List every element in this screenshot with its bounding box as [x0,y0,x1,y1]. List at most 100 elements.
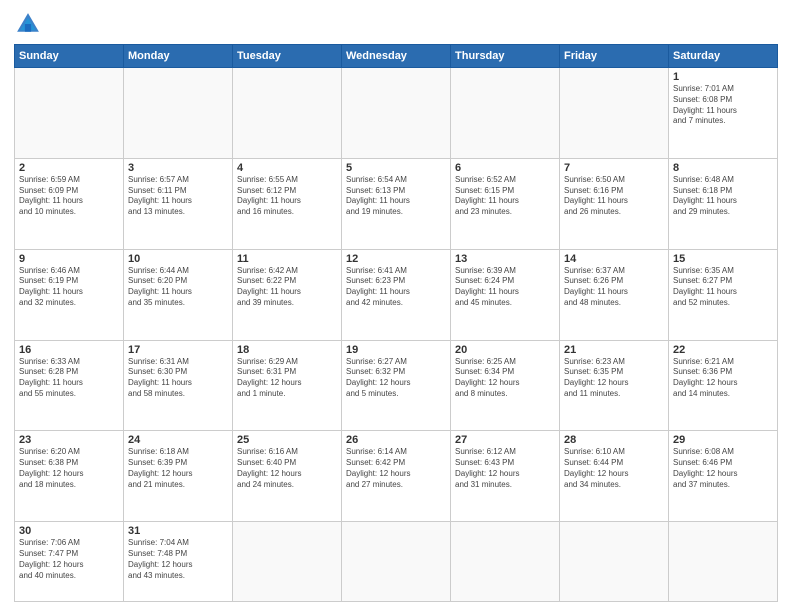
day-number: 5 [346,162,446,174]
calendar-table: SundayMondayTuesdayWednesdayThursdayFrid… [14,44,778,602]
week-row-5: 30Sunrise: 7:06 AM Sunset: 7:47 PM Dayli… [15,522,778,602]
calendar-cell: 21Sunrise: 6:23 AM Sunset: 6:35 PM Dayli… [560,340,669,431]
weekday-header-friday: Friday [560,45,669,68]
calendar-cell [233,68,342,159]
day-info: Sunrise: 6:35 AM Sunset: 6:27 PM Dayligh… [673,266,773,309]
day-number: 12 [346,253,446,265]
day-info: Sunrise: 6:37 AM Sunset: 6:26 PM Dayligh… [564,266,664,309]
day-info: Sunrise: 6:57 AM Sunset: 6:11 PM Dayligh… [128,175,228,218]
calendar-cell [124,68,233,159]
day-number: 31 [128,525,228,537]
weekday-header-tuesday: Tuesday [233,45,342,68]
calendar-cell: 8Sunrise: 6:48 AM Sunset: 6:18 PM Daylig… [669,158,778,249]
calendar-cell [451,522,560,602]
day-number: 20 [455,344,555,356]
day-number: 23 [19,434,119,446]
calendar-cell: 27Sunrise: 6:12 AM Sunset: 6:43 PM Dayli… [451,431,560,522]
calendar-cell: 19Sunrise: 6:27 AM Sunset: 6:32 PM Dayli… [342,340,451,431]
day-number: 22 [673,344,773,356]
calendar-cell: 23Sunrise: 6:20 AM Sunset: 6:38 PM Dayli… [15,431,124,522]
day-info: Sunrise: 6:33 AM Sunset: 6:28 PM Dayligh… [19,357,119,400]
day-info: Sunrise: 6:42 AM Sunset: 6:22 PM Dayligh… [237,266,337,309]
day-number: 21 [564,344,664,356]
day-number: 10 [128,253,228,265]
weekday-header-row: SundayMondayTuesdayWednesdayThursdayFrid… [15,45,778,68]
calendar-cell [233,522,342,602]
day-info: Sunrise: 6:31 AM Sunset: 6:30 PM Dayligh… [128,357,228,400]
day-number: 24 [128,434,228,446]
calendar-cell: 14Sunrise: 6:37 AM Sunset: 6:26 PM Dayli… [560,249,669,340]
day-info: Sunrise: 6:12 AM Sunset: 6:43 PM Dayligh… [455,447,555,490]
day-info: Sunrise: 6:39 AM Sunset: 6:24 PM Dayligh… [455,266,555,309]
calendar-cell: 24Sunrise: 6:18 AM Sunset: 6:39 PM Dayli… [124,431,233,522]
day-number: 8 [673,162,773,174]
calendar-cell: 29Sunrise: 6:08 AM Sunset: 6:46 PM Dayli… [669,431,778,522]
day-info: Sunrise: 6:14 AM Sunset: 6:42 PM Dayligh… [346,447,446,490]
calendar-cell [669,522,778,602]
day-info: Sunrise: 6:46 AM Sunset: 6:19 PM Dayligh… [19,266,119,309]
day-info: Sunrise: 6:16 AM Sunset: 6:40 PM Dayligh… [237,447,337,490]
day-number: 29 [673,434,773,446]
day-info: Sunrise: 6:52 AM Sunset: 6:15 PM Dayligh… [455,175,555,218]
day-number: 16 [19,344,119,356]
day-number: 27 [455,434,555,446]
day-number: 13 [455,253,555,265]
day-info: Sunrise: 6:54 AM Sunset: 6:13 PM Dayligh… [346,175,446,218]
day-info: Sunrise: 6:10 AM Sunset: 6:44 PM Dayligh… [564,447,664,490]
day-info: Sunrise: 7:04 AM Sunset: 7:48 PM Dayligh… [128,538,228,581]
weekday-header-saturday: Saturday [669,45,778,68]
day-number: 25 [237,434,337,446]
week-row-4: 23Sunrise: 6:20 AM Sunset: 6:38 PM Dayli… [15,431,778,522]
week-row-3: 16Sunrise: 6:33 AM Sunset: 6:28 PM Dayli… [15,340,778,431]
day-number: 26 [346,434,446,446]
calendar-page: SundayMondayTuesdayWednesdayThursdayFrid… [0,0,792,612]
day-number: 18 [237,344,337,356]
week-row-2: 9Sunrise: 6:46 AM Sunset: 6:19 PM Daylig… [15,249,778,340]
calendar-cell [342,68,451,159]
day-info: Sunrise: 6:41 AM Sunset: 6:23 PM Dayligh… [346,266,446,309]
calendar-cell: 30Sunrise: 7:06 AM Sunset: 7:47 PM Dayli… [15,522,124,602]
day-number: 28 [564,434,664,446]
calendar-cell: 1Sunrise: 7:01 AM Sunset: 6:08 PM Daylig… [669,68,778,159]
day-info: Sunrise: 6:44 AM Sunset: 6:20 PM Dayligh… [128,266,228,309]
calendar-cell [560,522,669,602]
day-number: 14 [564,253,664,265]
weekday-header-monday: Monday [124,45,233,68]
calendar-cell: 20Sunrise: 6:25 AM Sunset: 6:34 PM Dayli… [451,340,560,431]
calendar-cell: 16Sunrise: 6:33 AM Sunset: 6:28 PM Dayli… [15,340,124,431]
day-info: Sunrise: 6:08 AM Sunset: 6:46 PM Dayligh… [673,447,773,490]
day-info: Sunrise: 6:18 AM Sunset: 6:39 PM Dayligh… [128,447,228,490]
calendar-cell: 4Sunrise: 6:55 AM Sunset: 6:12 PM Daylig… [233,158,342,249]
day-number: 17 [128,344,228,356]
calendar-cell: 9Sunrise: 6:46 AM Sunset: 6:19 PM Daylig… [15,249,124,340]
calendar-cell: 2Sunrise: 6:59 AM Sunset: 6:09 PM Daylig… [15,158,124,249]
calendar-cell: 5Sunrise: 6:54 AM Sunset: 6:13 PM Daylig… [342,158,451,249]
day-info: Sunrise: 7:06 AM Sunset: 7:47 PM Dayligh… [19,538,119,581]
day-number: 2 [19,162,119,174]
calendar-cell: 12Sunrise: 6:41 AM Sunset: 6:23 PM Dayli… [342,249,451,340]
day-info: Sunrise: 6:29 AM Sunset: 6:31 PM Dayligh… [237,357,337,400]
weekday-header-thursday: Thursday [451,45,560,68]
day-info: Sunrise: 6:59 AM Sunset: 6:09 PM Dayligh… [19,175,119,218]
calendar-cell: 15Sunrise: 6:35 AM Sunset: 6:27 PM Dayli… [669,249,778,340]
logo [14,10,46,38]
calendar-cell [451,68,560,159]
day-number: 3 [128,162,228,174]
day-number: 4 [237,162,337,174]
week-row-0: 1Sunrise: 7:01 AM Sunset: 6:08 PM Daylig… [15,68,778,159]
day-info: Sunrise: 6:21 AM Sunset: 6:36 PM Dayligh… [673,357,773,400]
day-number: 15 [673,253,773,265]
weekday-header-sunday: Sunday [15,45,124,68]
weekday-header-wednesday: Wednesday [342,45,451,68]
calendar-cell: 26Sunrise: 6:14 AM Sunset: 6:42 PM Dayli… [342,431,451,522]
day-info: Sunrise: 6:27 AM Sunset: 6:32 PM Dayligh… [346,357,446,400]
day-number: 9 [19,253,119,265]
calendar-cell: 18Sunrise: 6:29 AM Sunset: 6:31 PM Dayli… [233,340,342,431]
calendar-cell: 3Sunrise: 6:57 AM Sunset: 6:11 PM Daylig… [124,158,233,249]
day-number: 11 [237,253,337,265]
calendar-cell: 25Sunrise: 6:16 AM Sunset: 6:40 PM Dayli… [233,431,342,522]
day-number: 1 [673,71,773,83]
day-info: Sunrise: 6:20 AM Sunset: 6:38 PM Dayligh… [19,447,119,490]
calendar-cell: 10Sunrise: 6:44 AM Sunset: 6:20 PM Dayli… [124,249,233,340]
calendar-cell: 13Sunrise: 6:39 AM Sunset: 6:24 PM Dayli… [451,249,560,340]
